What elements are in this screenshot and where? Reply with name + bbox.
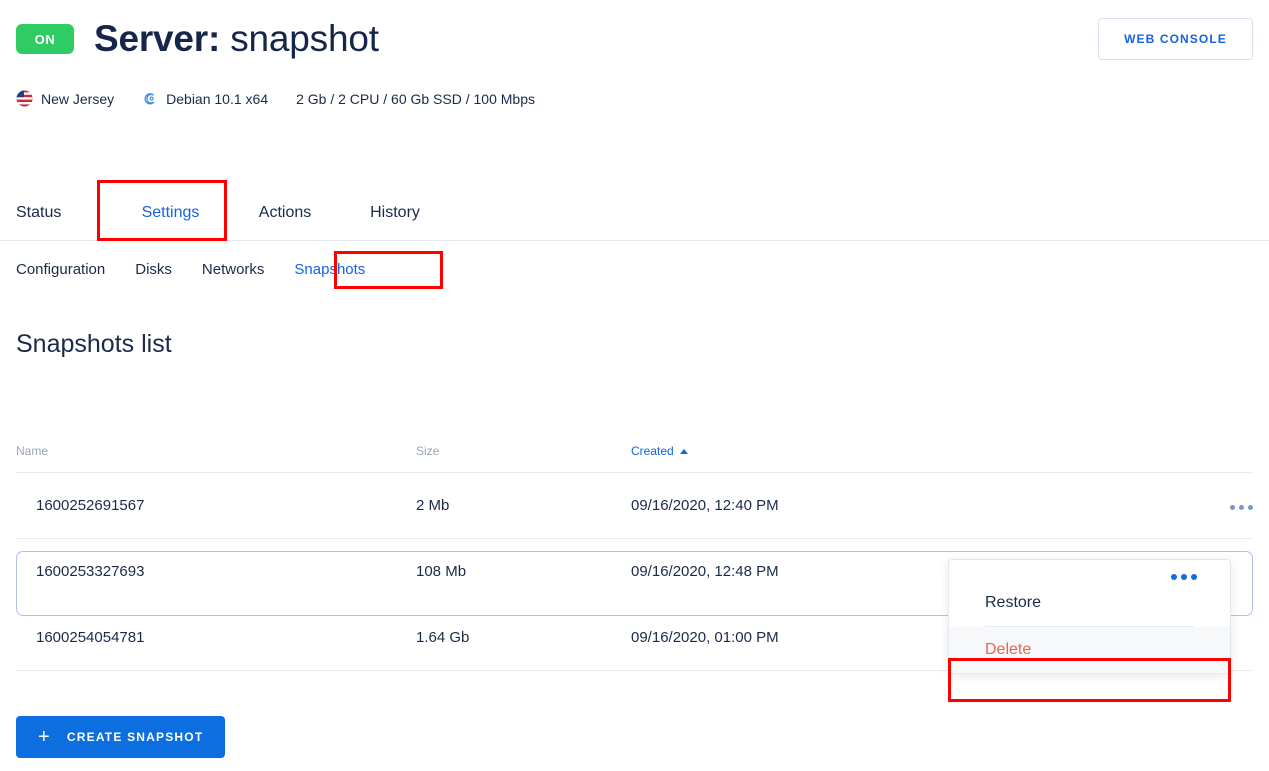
- page-title-name: snapshot: [230, 18, 379, 59]
- snapshot-size: 2 Mb: [416, 472, 631, 539]
- secondary-tabs: Configuration Disks Networks Snapshots: [16, 255, 365, 284]
- column-header-size[interactable]: Size: [416, 436, 631, 473]
- more-options-icon[interactable]: [1171, 574, 1197, 580]
- tab-configuration[interactable]: Configuration: [16, 255, 105, 284]
- dropdown-toggle[interactable]: [949, 560, 1230, 580]
- plus-icon: +: [38, 726, 51, 748]
- debian-logo-icon: [142, 91, 158, 107]
- tab-actions[interactable]: Actions: [220, 186, 350, 240]
- create-snapshot-button[interactable]: + CREATE SNAPSHOT: [16, 716, 226, 758]
- tabs-divider: [0, 240, 1269, 241]
- snapshot-created: 09/16/2020, 12:48 PM: [631, 563, 779, 580]
- page-title: Server: snapshot: [94, 18, 379, 60]
- meta-os: Debian 10.1 x64: [142, 91, 268, 107]
- page-header: ON Server: snapshot: [16, 18, 379, 60]
- column-header-created-label: Created: [631, 444, 674, 458]
- snapshot-size: 1.64 Gb: [416, 604, 631, 671]
- tab-status[interactable]: Status: [16, 186, 121, 240]
- server-snapshot-page: ON Server: snapshot WEB CONSOLE New Jers…: [0, 0, 1269, 771]
- snapshot-created: 09/16/2020, 12:40 PM: [631, 472, 951, 539]
- snapshot-size: 108 Mb: [416, 563, 467, 580]
- column-header-actions: [951, 436, 1253, 473]
- meta-os-label: Debian 10.1 x64: [166, 90, 269, 107]
- menu-item-restore[interactable]: Restore: [949, 580, 1230, 626]
- sort-ascending-icon: [679, 449, 688, 455]
- tab-disks[interactable]: Disks: [135, 255, 172, 284]
- tab-snapshots[interactable]: Snapshots: [294, 255, 365, 284]
- tab-history[interactable]: History: [350, 186, 440, 240]
- us-flag-icon: [16, 90, 33, 107]
- tab-settings[interactable]: Settings: [121, 186, 220, 240]
- snapshot-name: 1600254054781: [16, 604, 416, 671]
- snapshot-name: 1600253327693: [36, 563, 145, 580]
- more-options-icon[interactable]: [1230, 505, 1253, 510]
- page-title-label: Server:: [94, 18, 221, 59]
- server-meta: New Jersey Debian 10.1 x64 2 Gb / 2 CPU …: [16, 90, 535, 107]
- primary-tabs: Status Settings Actions History: [16, 186, 440, 240]
- tab-networks[interactable]: Networks: [202, 255, 265, 284]
- meta-specs: 2 Gb / 2 CPU / 60 Gb SSD / 100 Mbps: [296, 90, 535, 107]
- row-actions-cell: [951, 472, 1253, 539]
- meta-location: New Jersey: [16, 90, 114, 107]
- table-row[interactable]: 1600252691567 2 Mb 09/16/2020, 12:40 PM: [16, 472, 1253, 539]
- snapshot-created: 09/16/2020, 01:00 PM: [631, 604, 951, 671]
- table-head: Name Size Created: [16, 436, 1253, 473]
- create-snapshot-label: CREATE SNAPSHOT: [66, 730, 204, 744]
- meta-location-label: New Jersey: [41, 90, 115, 107]
- web-console-button[interactable]: WEB CONSOLE: [1098, 18, 1253, 60]
- snapshot-name: 1600252691567: [16, 472, 416, 539]
- column-header-created[interactable]: Created: [631, 436, 951, 473]
- status-badge: ON: [16, 24, 74, 54]
- column-header-name[interactable]: Name: [16, 436, 416, 473]
- table-header-row: Name Size Created: [16, 436, 1253, 473]
- menu-item-delete[interactable]: Delete: [949, 627, 1230, 673]
- section-title: Snapshots list: [16, 330, 172, 358]
- row-actions-dropdown: Restore Delete: [948, 559, 1231, 674]
